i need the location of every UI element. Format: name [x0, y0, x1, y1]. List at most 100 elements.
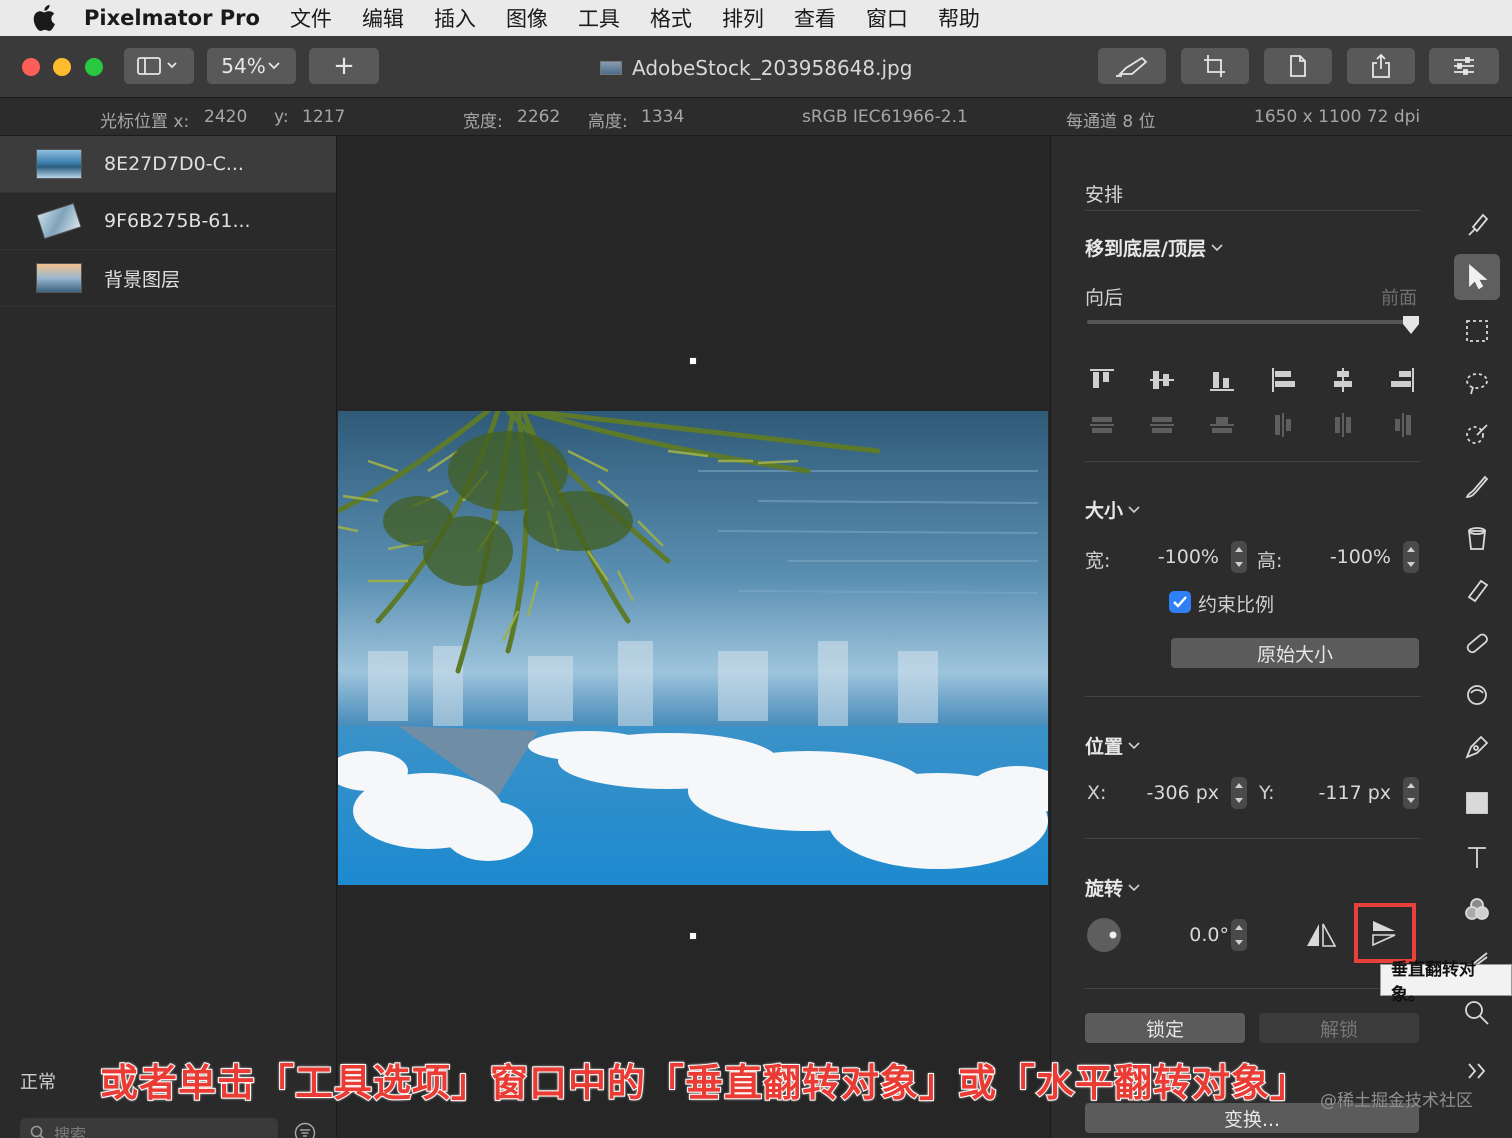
window-toolbar: 54% + AdobeStock_203958648.jpg: [0, 36, 1512, 98]
crop-icon: [1204, 55, 1225, 77]
zoom-dropdown[interactable]: 54%: [207, 48, 296, 84]
magic-selection-tool[interactable]: [1458, 364, 1496, 402]
menu-file[interactable]: 文件: [290, 3, 332, 33]
arrange-dropdown[interactable]: 移到底层/顶层: [1085, 234, 1224, 261]
tool-options-button[interactable]: [1429, 48, 1499, 84]
flip-horizontal-icon[interactable]: [1305, 920, 1337, 950]
distribute-right-icon: [1395, 413, 1411, 437]
paint-tool[interactable]: [1458, 468, 1496, 506]
style-tool[interactable]: [1458, 206, 1496, 244]
align-right-icon[interactable]: [1389, 366, 1417, 394]
more-tools-button[interactable]: [1458, 1052, 1496, 1090]
rotate-section-toggle[interactable]: 旋转: [1085, 874, 1141, 901]
align-left-icon[interactable]: [1269, 366, 1297, 394]
menu-image[interactable]: 图像: [506, 3, 548, 33]
align-vertical-center-icon[interactable]: [1148, 366, 1176, 394]
lock-label: 锁定: [1145, 1018, 1184, 1041]
minimize-window-button[interactable]: [53, 58, 71, 76]
original-size-label: 原始大小: [1256, 643, 1333, 666]
height-stepper[interactable]: [1403, 541, 1419, 573]
position-heading: 位置: [1085, 736, 1124, 758]
app-menu[interactable]: Pixelmator Pro: [84, 6, 260, 30]
layer-row[interactable]: 背景图层: [0, 250, 336, 307]
menu-insert[interactable]: 插入: [434, 3, 476, 33]
original-size-button[interactable]: 原始大小: [1171, 638, 1419, 668]
selection-tool[interactable]: [1458, 312, 1496, 350]
rotation-field[interactable]: 0.0°: [1169, 924, 1229, 946]
window-title: AdobeStock_203958648.jpg: [600, 54, 912, 82]
add-button[interactable]: +: [309, 48, 379, 84]
align-bottom-icon[interactable]: [1208, 366, 1236, 394]
distort-tool[interactable]: [1458, 676, 1496, 714]
photo-image: [338, 411, 1048, 885]
fill-tool[interactable]: [1458, 520, 1496, 558]
rotation-stepper[interactable]: [1231, 919, 1247, 951]
close-window-button[interactable]: [22, 58, 40, 76]
arrange-label: 移到底层/顶层: [1085, 238, 1206, 260]
menu-arrange[interactable]: 排列: [722, 3, 764, 33]
position-section-toggle[interactable]: 位置: [1085, 732, 1141, 759]
width-field[interactable]: -100%: [1151, 546, 1219, 568]
menu-edit[interactable]: 编辑: [362, 3, 404, 33]
info-bar: 光标位置 x: 2420 y: 1217 宽度: 2262 高度: 1334 s…: [0, 98, 1512, 136]
pen-tool[interactable]: [1458, 728, 1496, 766]
share-button[interactable]: [1347, 48, 1415, 84]
layer-thumbnail: [36, 263, 82, 293]
height-value: 1334: [641, 107, 685, 127]
width-stepper[interactable]: [1231, 541, 1247, 573]
menu-format[interactable]: 格式: [650, 3, 692, 33]
slider-knob[interactable]: [1401, 314, 1421, 336]
layer-name: 9F6B275B-61...: [104, 210, 251, 232]
flipped-photo[interactable]: [338, 411, 1048, 885]
constrain-checkbox[interactable]: [1169, 591, 1191, 613]
menu-view[interactable]: 查看: [794, 3, 836, 33]
sidebar-toggle-button[interactable]: [124, 48, 194, 84]
paint-brush-icon: [1465, 475, 1489, 498]
menu-tools[interactable]: 工具: [578, 3, 620, 33]
filter-icon[interactable]: [294, 1122, 316, 1138]
x-stepper[interactable]: [1231, 777, 1247, 809]
width-field-label: 宽:: [1085, 550, 1111, 572]
x-field[interactable]: -306 px: [1139, 782, 1219, 804]
erase-tool[interactable]: [1458, 572, 1496, 610]
transform-handle-top[interactable]: [689, 357, 697, 365]
quick-selection-tool[interactable]: [1458, 416, 1496, 454]
image-size: 1650 x 1100 72 dpi: [1254, 107, 1421, 127]
distribute-center-icon: [1150, 417, 1174, 433]
zoom-window-button[interactable]: [85, 58, 103, 76]
type-tool[interactable]: [1458, 838, 1496, 876]
align-top-icon[interactable]: [1088, 366, 1116, 394]
align-horizontal-center-icon[interactable]: [1329, 366, 1357, 394]
arrange-tool[interactable]: [1454, 254, 1500, 300]
layer-row[interactable]: 8E27D7D0-C...: [0, 136, 336, 193]
width-label: 宽度:: [463, 112, 503, 132]
crop-button[interactable]: [1181, 48, 1249, 84]
blend-mode-select[interactable]: 正常: [20, 1068, 56, 1094]
y-stepper[interactable]: [1403, 777, 1419, 809]
document-button[interactable]: [1264, 48, 1332, 84]
rectangle-icon: [1466, 792, 1488, 814]
layer-row[interactable]: 9F6B275B-61...: [0, 193, 336, 250]
height-field[interactable]: -100%: [1319, 546, 1391, 568]
brush-tool-button[interactable]: [1098, 48, 1166, 84]
size-section-toggle[interactable]: 大小: [1085, 496, 1141, 523]
y-field[interactable]: -117 px: [1313, 782, 1391, 804]
chevron-down-icon: [1128, 741, 1140, 749]
canvas-area[interactable]: [338, 136, 1050, 1138]
arrange-slider[interactable]: [1087, 320, 1417, 324]
menu-help[interactable]: 帮助: [938, 3, 980, 33]
layers-search-input[interactable]: 搜索: [20, 1118, 278, 1138]
distribute-bottom-icon: [1210, 417, 1234, 433]
apple-icon[interactable]: [28, 1, 62, 35]
menu-window[interactable]: 窗口: [866, 3, 908, 33]
lock-button[interactable]: 锁定: [1085, 1013, 1245, 1043]
color-adjust-tool[interactable]: [1458, 890, 1496, 928]
transform-handle-bottom[interactable]: [689, 932, 697, 940]
retouch-tool[interactable]: [1458, 624, 1496, 662]
rotation-dial[interactable]: [1085, 916, 1123, 954]
shape-tool[interactable]: [1458, 784, 1496, 822]
unlock-label: 解锁: [1319, 1018, 1358, 1041]
y-field-label: Y:: [1259, 782, 1275, 804]
chevron-down-icon: [1128, 505, 1140, 513]
flip-vertical-tooltip: 垂直翻转对象。: [1380, 960, 1512, 1005]
